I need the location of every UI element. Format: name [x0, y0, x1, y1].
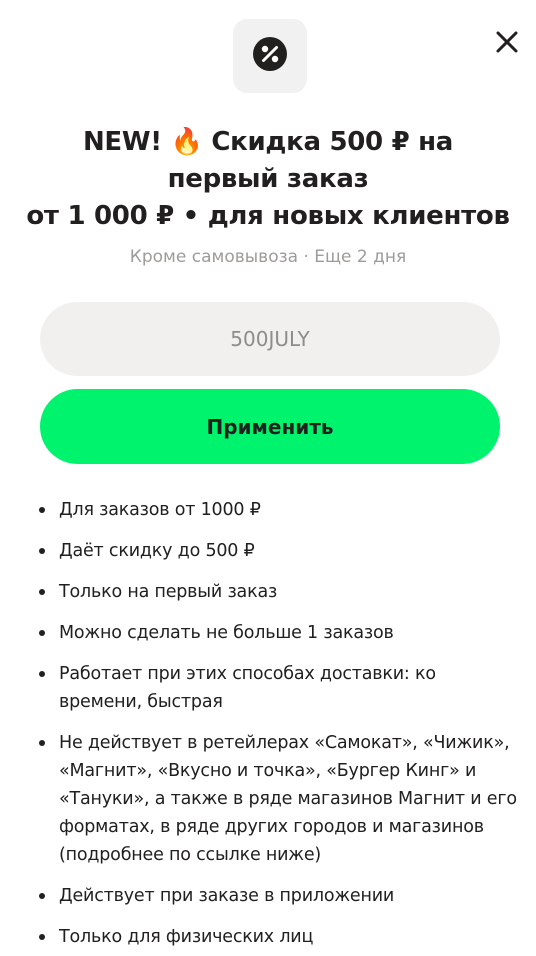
condition-item: Действует при заказе в приложении	[38, 882, 522, 910]
condition-item: Только для физических лиц	[38, 923, 522, 951]
close-button[interactable]	[488, 25, 526, 63]
bullet-icon	[39, 671, 45, 677]
promo-title-line: от 1 000 ₽ • для новых клиентов	[26, 201, 510, 231]
bullet-icon	[39, 589, 45, 595]
condition-item: Работает при этих способах доставки: ко …	[38, 660, 522, 716]
condition-text: Действует при заказе в приложении	[59, 886, 395, 906]
promo-title: NEW! 🔥 Скидка 500 ₽ на первый заказ от 1…	[20, 124, 516, 235]
condition-text: Можно сделать не больше 1 заказов	[59, 623, 394, 643]
condition-text: Только для физических лиц	[59, 927, 314, 947]
condition-item: Даёт скидку до 500 ₽	[38, 537, 522, 565]
bullet-icon	[39, 740, 45, 746]
promo-subtitle: Кроме самовывоза · Еще 2 дня	[129, 247, 407, 267]
condition-text: Работает при этих способах доставки: ко …	[59, 664, 436, 712]
condition-text: Даёт скидку до 500 ₽	[59, 541, 255, 561]
condition-item: Только на первый заказ	[38, 578, 522, 606]
bullet-icon	[39, 893, 45, 899]
promo-code-input[interactable]	[40, 302, 500, 376]
condition-text: Не действует в ретейлерах «Самокат», «Чи…	[59, 733, 517, 865]
condition-text: Только на первый заказ	[59, 582, 278, 602]
condition-item: Для заказов от 1000 ₽	[38, 496, 522, 524]
bullet-icon	[39, 630, 45, 636]
promo-title-line: NEW! 🔥 Скидка 500 ₽ на	[82, 127, 454, 157]
promo-title-line: первый заказ	[167, 164, 369, 194]
condition-item: Можно сделать не больше 1 заказов	[38, 619, 522, 647]
bullet-icon	[39, 548, 45, 554]
apply-button[interactable]: Применить	[40, 389, 500, 464]
promo-bottom-sheet: NEW! 🔥 Скидка 500 ₽ на первый заказ от 1…	[0, 0, 536, 956]
condition-text: Для заказов от 1000 ₽	[59, 500, 261, 520]
bullet-icon	[39, 507, 45, 513]
condition-item: Не действует в ретейлерах «Самокат», «Чи…	[38, 729, 522, 869]
bullet-icon	[39, 934, 45, 940]
percent-icon	[252, 36, 288, 76]
promo-icon-container	[233, 19, 307, 93]
close-icon	[495, 30, 519, 58]
promo-conditions-list: Для заказов от 1000 ₽ Даёт скидку до 500 …	[38, 496, 522, 956]
